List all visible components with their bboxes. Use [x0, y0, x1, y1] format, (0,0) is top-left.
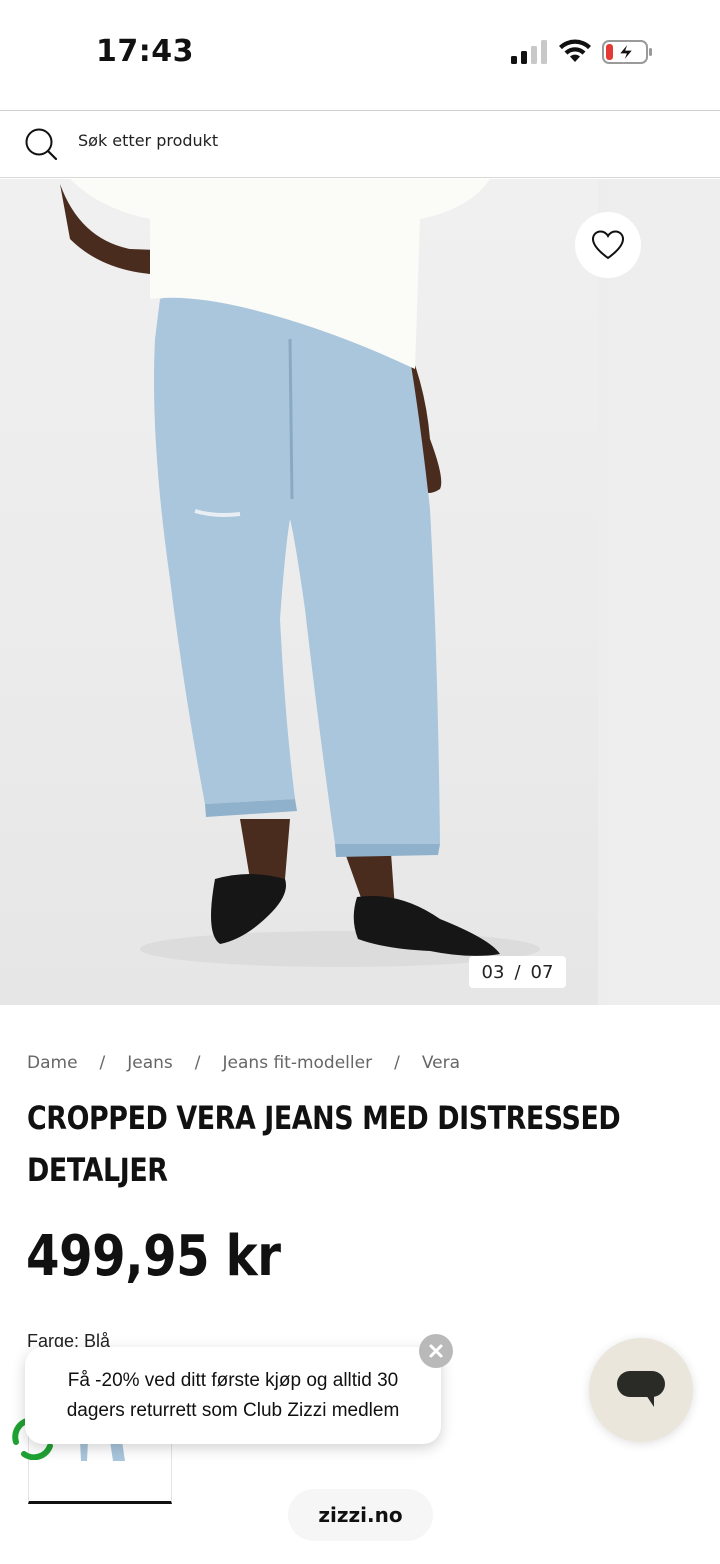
image-counter-separator: /	[514, 961, 521, 983]
status-bar: 17:43	[0, 0, 720, 110]
wifi-icon	[559, 39, 591, 62]
breadcrumb-item-dame[interactable]: Dame	[27, 1053, 78, 1073]
cellular-signal-icon	[511, 40, 547, 64]
battery-charging-icon	[602, 40, 652, 64]
product-title: CROPPED VERA JEANS MED DISTRESSED DETALJ…	[27, 1099, 621, 1189]
heart-icon	[591, 230, 625, 260]
favorite-button[interactable]	[575, 212, 641, 278]
search-bar	[0, 110, 720, 178]
image-counter-total: 07	[530, 961, 554, 983]
breadcrumb: Dame / Jeans / Jeans fit-modeller / Vera	[27, 1053, 460, 1073]
model-photo	[60, 179, 540, 967]
promo-popup[interactable]: Få -20% ved ditt første kjøp og alltid 3…	[25, 1347, 441, 1444]
next-product-image[interactable]	[607, 179, 720, 1005]
browser-url-bar[interactable]: zizzi.no	[288, 1489, 433, 1541]
url-text: zizzi.no	[318, 1503, 403, 1527]
breadcrumb-separator: /	[99, 1053, 106, 1073]
breadcrumb-item-jeans[interactable]: Jeans	[127, 1053, 173, 1073]
breadcrumb-item-jeans-fit[interactable]: Jeans fit-modeller	[223, 1053, 373, 1073]
search-input[interactable]	[78, 131, 638, 150]
image-counter: 03 / 07	[469, 956, 566, 988]
breadcrumb-item-vera[interactable]: Vera	[422, 1053, 460, 1073]
chat-button[interactable]	[589, 1338, 693, 1442]
chat-bubble-icon	[617, 1371, 665, 1407]
image-counter-current: 03	[481, 961, 505, 983]
popup-close-button[interactable]	[419, 1334, 453, 1368]
promo-text: Få -20% ved ditt første kjøp og alltid 3…	[66, 1369, 400, 1421]
breadcrumb-separator: /	[394, 1053, 400, 1073]
product-image[interactable]	[0, 179, 598, 1005]
product-price: 499,95 kr	[26, 1224, 281, 1289]
status-time: 17:43	[96, 34, 194, 69]
close-icon	[429, 1344, 443, 1358]
breadcrumb-separator: /	[194, 1053, 201, 1073]
product-image-carousel[interactable]: 03 / 07	[0, 179, 720, 1005]
search-icon[interactable]	[24, 127, 58, 161]
